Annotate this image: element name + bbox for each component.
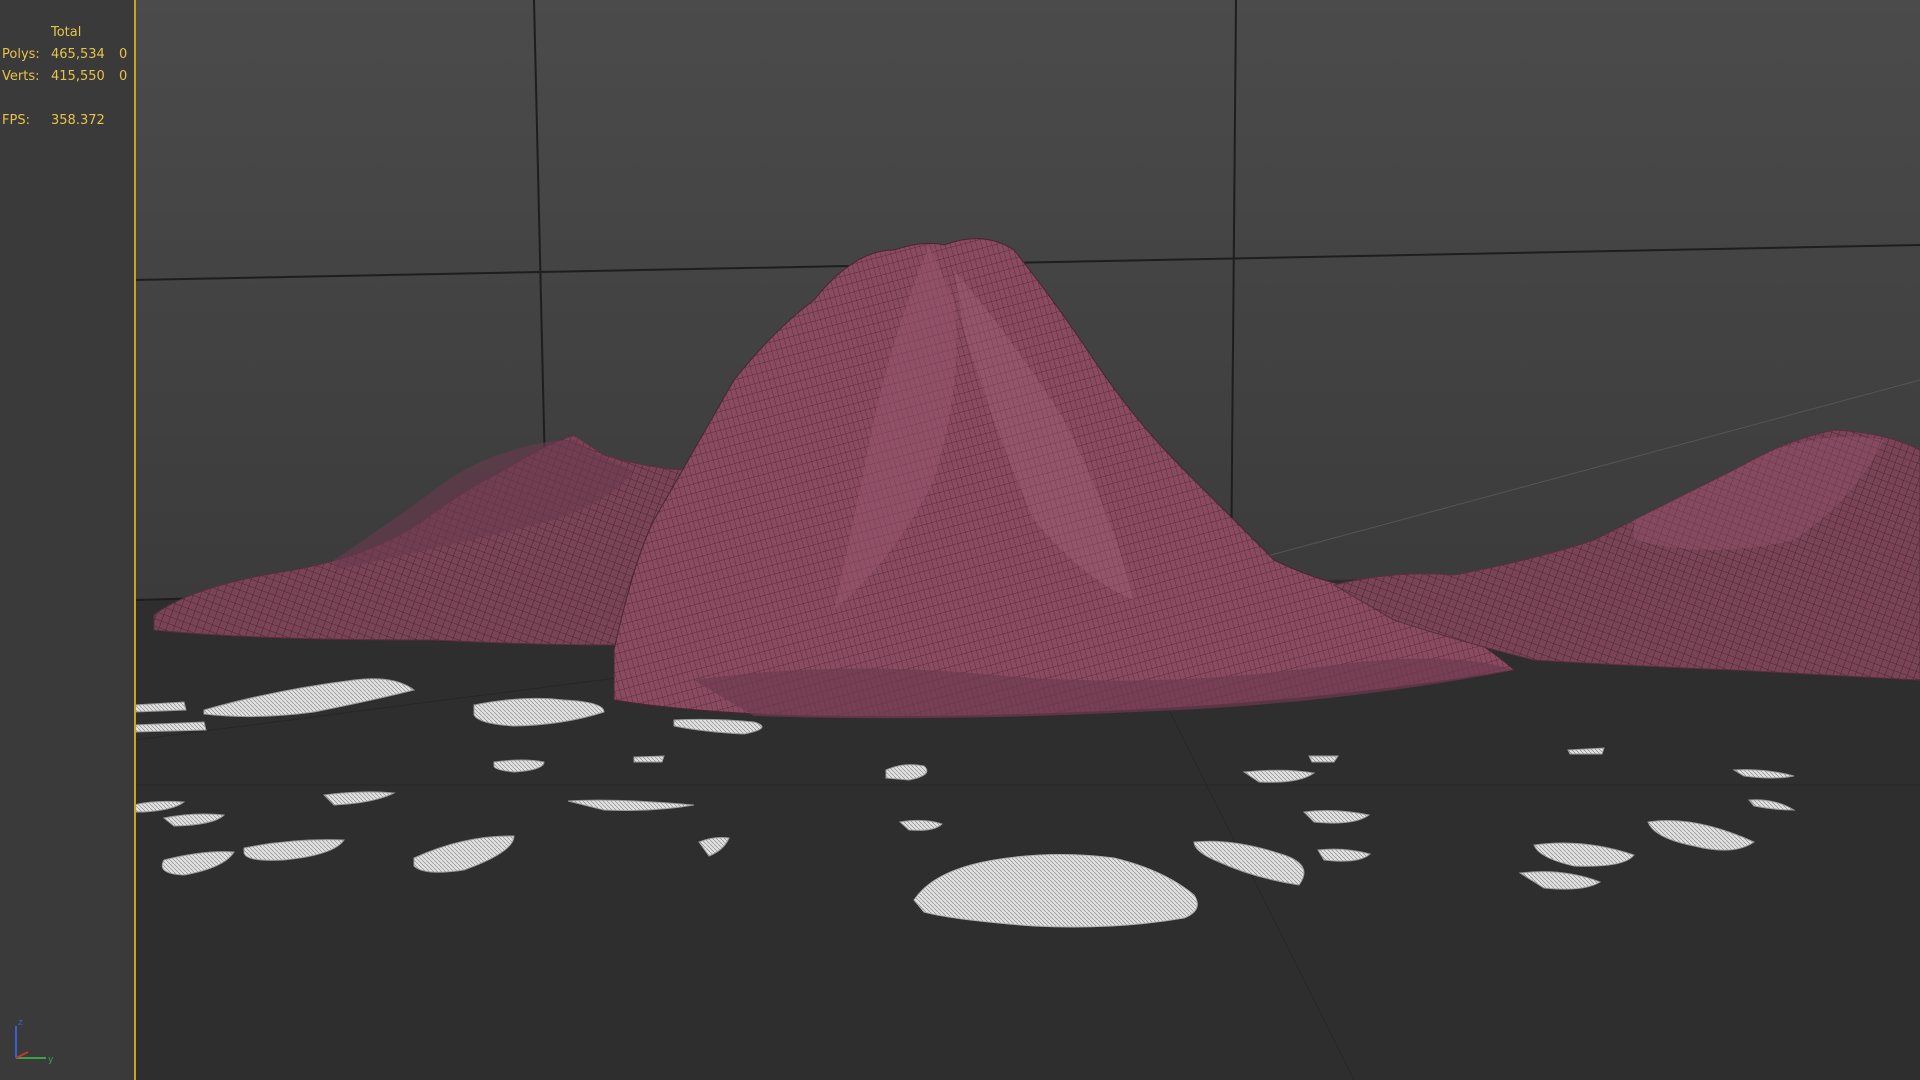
stats-total-header: Total	[51, 25, 82, 40]
verts-selected-value: 0	[119, 69, 128, 84]
stats-header-row: Total	[0, 22, 134, 44]
gizmo-y-label: y	[48, 1055, 54, 1065]
verts-label: Verts:	[2, 69, 40, 84]
stats-fps-row: FPS: 358.372	[0, 110, 134, 132]
viewport-scene[interactable]	[134, 0, 1920, 1080]
viewport-active-border	[134, 0, 136, 1080]
scene-statistics: Total Polys: 465,534 0 Verts: 415,550 0 …	[0, 22, 134, 132]
statistics-panel: Total Polys: 465,534 0 Verts: 415,550 0 …	[0, 0, 134, 1080]
fps-label: FPS:	[2, 113, 30, 128]
polys-total-value: 465,534	[51, 47, 105, 62]
perspective-viewport[interactable]	[134, 0, 1920, 1080]
max-viewport-window: Total Polys: 465,534 0 Verts: 415,550 0 …	[0, 0, 1920, 1080]
stats-verts-row: Verts: 415,550 0	[0, 66, 134, 88]
polys-label: Polys:	[2, 47, 40, 62]
stats-spacer-row	[0, 88, 134, 110]
axis-tripod-icon: z y	[15, 1018, 54, 1065]
verts-total-value: 415,550	[51, 69, 105, 84]
gizmo-z-label: z	[18, 1018, 23, 1028]
polys-selected-value: 0	[119, 47, 128, 62]
fps-value: 358.372	[51, 113, 105, 128]
stats-polys-row: Polys: 465,534 0	[0, 44, 134, 66]
